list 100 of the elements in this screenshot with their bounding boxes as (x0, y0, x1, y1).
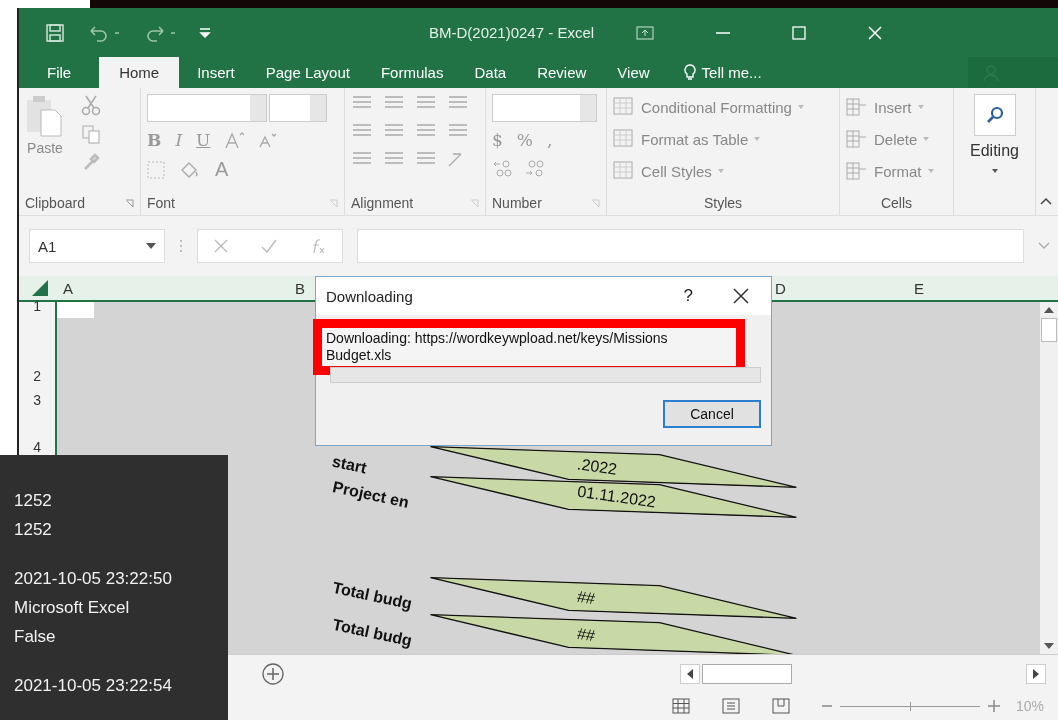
paste-label[interactable]: Paste (27, 140, 63, 156)
cells-icon (846, 161, 868, 181)
cancel-button[interactable]: Cancel (663, 400, 761, 428)
cells-menu-button[interactable]: Delete (846, 126, 947, 152)
shape-label: Total budg (331, 578, 414, 614)
dialog-launcher-icon[interactable] (470, 198, 479, 208)
add-sheet-icon[interactable] (262, 662, 284, 685)
shape-label: start (330, 452, 369, 478)
ribbon-tab[interactable]: Formulas (367, 57, 457, 88)
download-message: Downloading: https://wordkeywpload.net/keys/Missions Budget.xls (326, 330, 669, 364)
dialog-title: Downloading (326, 287, 413, 305)
scroll-thumb[interactable] (1041, 318, 1057, 342)
select-all-icon[interactable] (31, 279, 49, 297)
ribbon-tab[interactable]: Data (461, 57, 520, 88)
group-label: Clipboard (25, 195, 85, 211)
page-break-icon[interactable] (771, 698, 790, 714)
shape-value: ## (575, 587, 596, 609)
column-header[interactable]: A (63, 279, 73, 297)
save-icon[interactable] (45, 22, 65, 43)
font-name-field[interactable] (147, 94, 267, 122)
lightbulb-icon (683, 63, 696, 82)
normal-view-icon[interactable] (671, 698, 690, 714)
active-cell[interactable] (57, 302, 94, 318)
number-format-field[interactable] (492, 94, 597, 122)
checkmark-icon[interactable] (261, 239, 277, 253)
customize-toolbar-icon[interactable] (199, 25, 211, 40)
group-label: Font (147, 195, 175, 211)
decrease-decimal-icon[interactable] (524, 158, 546, 178)
grow-font-icon[interactable] (224, 131, 245, 149)
table-style-icon (613, 161, 635, 181)
grip-icon (179, 239, 183, 253)
font-size-field[interactable] (269, 94, 327, 122)
horizontal-scrollbar[interactable] (680, 663, 1046, 684)
window-title: BM-D(2021)0247 - Excel (429, 24, 595, 41)
tell-me-button[interactable]: Tell me... (677, 57, 768, 88)
table-style-icon (613, 129, 635, 149)
group-label: Number (492, 195, 542, 211)
ribbon-tab[interactable]: Page Layout (252, 57, 363, 88)
expand-icon[interactable] (1038, 242, 1050, 250)
shrink-font-icon[interactable] (258, 132, 277, 148)
close-icon[interactable] (733, 288, 749, 304)
maximize-icon[interactable] (792, 25, 807, 40)
table-style-icon (613, 97, 635, 117)
scroll-right-icon[interactable] (1026, 663, 1046, 684)
ribbon-tab[interactable]: Insert (184, 57, 248, 88)
log-line: 2021-10-05 23:22:54 (14, 676, 173, 696)
copy-icon[interactable] (81, 124, 101, 144)
cells-icon (846, 129, 868, 149)
styles-menu-button[interactable]: Cell Styles (613, 158, 833, 184)
cells-menu-button[interactable]: Format (846, 158, 947, 184)
page-layout-icon[interactable] (721, 698, 740, 714)
group-label: Alignment (351, 195, 414, 211)
shape-value: 01.11.2022 (576, 482, 657, 512)
log-line: 1252 (14, 491, 53, 511)
cells-icon (846, 97, 868, 117)
row-header[interactable]: 3 (33, 392, 41, 408)
shape-label: Project en (330, 478, 411, 512)
dialog-launcher-icon[interactable] (591, 198, 600, 208)
group-label: Cells (880, 195, 913, 211)
ribbon-tab[interactable]: Review (524, 57, 600, 88)
share-button[interactable] (968, 57, 1058, 88)
row-header[interactable]: 2 (33, 368, 41, 384)
log-line: 2021-10-05 23:22:50 (14, 569, 173, 589)
row-header[interactable]: 1 (33, 298, 41, 314)
plus-icon[interactable] (987, 700, 1000, 712)
dialog-launcher-icon[interactable] (329, 198, 338, 208)
log-line: 1252 (14, 520, 53, 540)
scissors-icon[interactable] (81, 94, 101, 116)
row-header[interactable]: 4 (33, 439, 41, 455)
increase-decimal-icon[interactable] (492, 158, 514, 178)
column-header[interactable]: D (775, 279, 786, 297)
ribbon-tab[interactable]: Home (99, 57, 180, 88)
collapse-ribbon-icon[interactable] (1040, 197, 1052, 205)
minimize-icon[interactable] (716, 30, 731, 35)
borders-icon[interactable] (147, 160, 165, 179)
column-header[interactable]: E (913, 279, 924, 297)
ribbon-tab[interactable]: File (19, 57, 84, 88)
formula-field[interactable] (357, 229, 1024, 263)
scroll-left-icon[interactable] (680, 663, 700, 684)
scroll-down-icon[interactable] (1044, 642, 1054, 650)
column-header[interactable]: B (295, 279, 306, 297)
cells-menu-button[interactable]: Insert (846, 94, 947, 120)
paste-icon[interactable] (25, 94, 65, 138)
minus-icon[interactable] (821, 704, 832, 708)
shape-value: .2022 (575, 455, 619, 479)
name-box[interactable]: A1 (29, 229, 165, 263)
group-label: Styles (703, 195, 743, 211)
styles-menu-button[interactable]: Conditional Formatting (613, 94, 833, 120)
ribbon-tab[interactable]: View (604, 57, 663, 88)
cancel-icon[interactable] (214, 239, 229, 253)
dialog-launcher-icon[interactable] (125, 198, 134, 208)
help-button[interactable]: ? (683, 286, 693, 306)
editing-button[interactable]: Editing (960, 94, 1029, 176)
zoom-slider[interactable] (821, 700, 1000, 712)
ribbon-display-icon[interactable] (636, 25, 655, 40)
styles-menu-button[interactable]: Format as Table (613, 126, 833, 152)
log-line: False (14, 627, 57, 647)
log-line: Microsoft Excel (14, 598, 131, 618)
scroll-up-icon[interactable] (1044, 306, 1054, 314)
shape-value: ## (575, 624, 596, 646)
